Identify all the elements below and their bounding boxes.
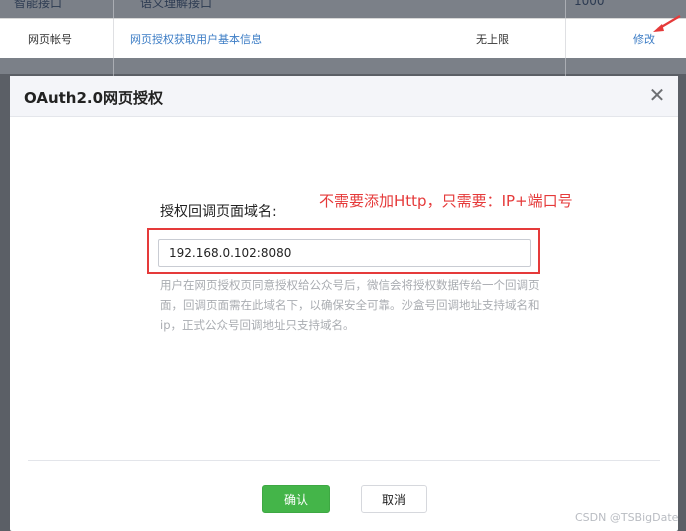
- callback-domain-label: 授权回调页面域名:: [160, 204, 277, 220]
- column-divider: [565, 0, 566, 80]
- oauth-dialog: OAuth2.0网页授权 ✕ 授权回调页面域名: 不需要添加Http，只需要：I…: [10, 76, 678, 531]
- confirm-button[interactable]: 确认: [262, 485, 330, 513]
- cancel-button[interactable]: 取消: [361, 485, 427, 513]
- callback-domain-input[interactable]: [158, 239, 531, 267]
- annotation-arrow-icon: [653, 15, 681, 32]
- help-text: 用户在网页授权页同意授权给公众号后，微信会将授权数据传给一个回调页面，回调页面需…: [160, 278, 540, 332]
- table-cell-category: 智能接口: [14, 0, 63, 10]
- red-annotation-text: 不需要添加Http，只需要：IP+端口号: [319, 192, 573, 210]
- background-table: 智能接口 语义理解接口 1000 网页帐号 网页授权获取用户基本信息 无上限 修…: [0, 0, 686, 80]
- table-cell-quota: 1000: [574, 0, 605, 8]
- watermark: CSDN @TSBigDate: [575, 511, 679, 524]
- close-icon[interactable]: ✕: [646, 84, 668, 106]
- web-auth-link[interactable]: 网页授权获取用户基本信息: [130, 31, 262, 47]
- dialog-title: OAuth2.0网页授权: [24, 89, 164, 107]
- footer-divider: [28, 460, 660, 461]
- table-gap: [0, 58, 686, 74]
- table-cell-limit: 无上限: [476, 33, 509, 46]
- dialog-header: OAuth2.0网页授权 ✕: [10, 76, 678, 117]
- table-row-partial: 智能接口 语义理解接口 1000: [0, 0, 686, 18]
- table-cell-name: 网页帐号: [28, 33, 72, 46]
- table-row: 网页帐号 网页授权获取用户基本信息 无上限 修改: [0, 18, 686, 60]
- table-cell-interface: 语义理解接口: [140, 0, 213, 10]
- column-divider: [113, 0, 114, 80]
